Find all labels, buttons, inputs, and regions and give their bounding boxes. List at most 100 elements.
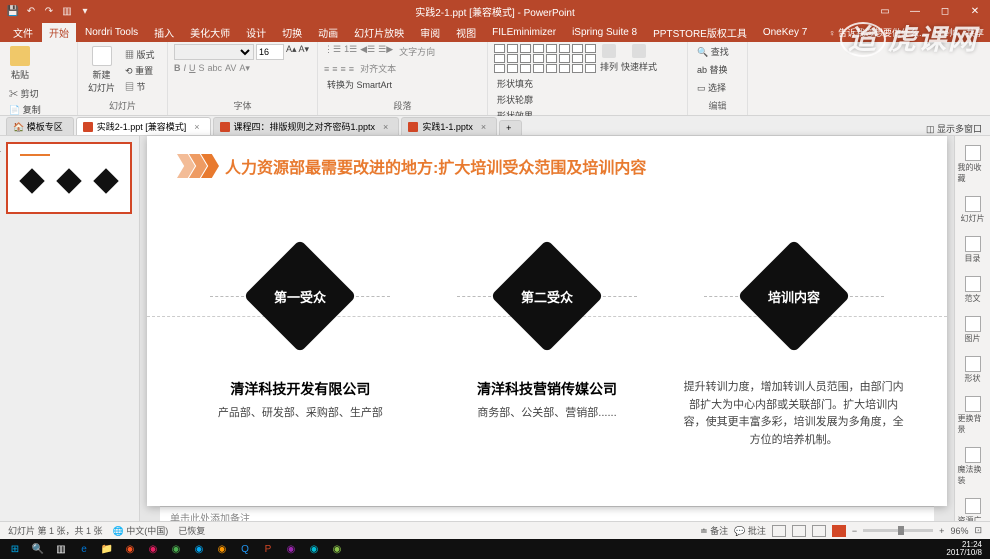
comments-button[interactable]: 💬 批注 <box>734 524 766 537</box>
arrange-button[interactable]: 排列 <box>600 44 618 73</box>
text-dir-button[interactable]: 文字方向 <box>396 44 438 59</box>
italic-button[interactable]: I <box>184 63 187 74</box>
reading-view-button[interactable] <box>812 525 826 537</box>
menu-tab-Nordri Tools[interactable]: Nordri Tools <box>78 25 145 40</box>
align-c[interactable]: ≡ <box>332 64 337 74</box>
slide-canvas[interactable]: 人力资源部最需要改进的地方:扩大培训受众范围及培训内容 第一受众清洋科技开发有限… <box>147 136 947 506</box>
font-color-button[interactable]: A▾ <box>239 63 250 74</box>
app5-icon[interactable]: ◉ <box>211 541 233 557</box>
reset-button[interactable]: ⟲ 重置 <box>122 63 158 78</box>
align-r[interactable]: ≡ <box>341 64 346 74</box>
app2-icon[interactable]: ◉ <box>142 541 164 557</box>
menu-tab-设计[interactable]: 设计 <box>239 23 273 42</box>
notes-button[interactable]: ≐ 备注 <box>700 524 728 537</box>
normal-view-button[interactable] <box>772 525 786 537</box>
smartart-button[interactable]: 转换为 SmartArt <box>324 79 395 91</box>
shadow-button[interactable]: abc <box>208 63 223 74</box>
app3-icon[interactable]: ◉ <box>165 541 187 557</box>
align-l[interactable]: ≡ <box>324 64 329 74</box>
explorer-icon[interactable]: 📁 <box>96 541 118 557</box>
menu-tab-视图[interactable]: 视图 <box>449 23 483 42</box>
undo-icon[interactable]: ↶ <box>24 4 38 18</box>
indent-dec[interactable]: ◀☰ <box>360 44 375 59</box>
menu-tab-美化大师[interactable]: 美化大师 <box>183 23 237 42</box>
shape-outline-button[interactable]: 形状轮廓 <box>494 92 536 107</box>
shape-fill-button[interactable]: 形状填充 <box>494 76 536 91</box>
qat-more-icon[interactable]: ▾ <box>78 4 92 18</box>
zoom-out[interactable]: − <box>852 526 857 536</box>
task-view[interactable]: ▥ <box>50 541 72 557</box>
zoom-slider[interactable] <box>863 529 933 532</box>
user[interactable]: tele帅 <box>934 26 958 39</box>
menu-tab-OneKey 7[interactable]: OneKey 7 <box>756 25 814 40</box>
language-button[interactable]: 🌐 中文(中国) <box>113 524 169 537</box>
powerpoint-taskbar-icon[interactable]: P <box>257 541 279 557</box>
sorter-view-button[interactable] <box>792 525 806 537</box>
doc-tab[interactable]: + <box>499 120 522 135</box>
menu-tab-插入[interactable]: 插入 <box>147 23 181 42</box>
app9-icon[interactable]: ◉ <box>326 541 348 557</box>
bold-button[interactable]: B <box>174 63 181 74</box>
minimize-icon[interactable]: — <box>900 0 930 22</box>
maximize-icon[interactable]: ◻ <box>930 0 960 22</box>
save-icon[interactable]: 💾 <box>6 4 20 18</box>
shapes-gallery[interactable] <box>494 44 597 73</box>
strike-button[interactable]: S <box>199 63 205 74</box>
slideshow-view-button[interactable] <box>832 525 846 537</box>
quickstyle-button[interactable]: 快速样式 <box>621 44 657 73</box>
grow-font[interactable]: A▴ <box>286 44 297 60</box>
menu-tab-iSpring Suite 8[interactable]: iSpring Suite 8 <box>565 25 644 40</box>
menu-tab-文件[interactable]: 文件 <box>6 23 40 42</box>
copy-button[interactable]: 📄 复制 <box>6 102 53 117</box>
share-button[interactable]: 共享 <box>966 26 984 39</box>
ribbon-opts-icon[interactable]: ▭ <box>870 0 900 22</box>
menu-tab-FILEminimizer[interactable]: FILEminimizer <box>485 25 563 40</box>
align-text-button[interactable]: 对齐文本 <box>357 61 399 76</box>
app4-icon[interactable]: ◉ <box>188 541 210 557</box>
section-button[interactable]: ▤ 节 <box>122 79 158 94</box>
cut-button[interactable]: ✂ 剪切 <box>6 86 53 101</box>
search-taskbar[interactable]: 🔍 <box>27 541 49 557</box>
find-button[interactable]: 🔍 查找 <box>694 44 732 59</box>
app6-icon[interactable]: Q <box>234 541 256 557</box>
start-button[interactable]: ⊞ <box>4 541 26 557</box>
shrink-font[interactable]: A▾ <box>299 44 310 60</box>
menu-tab-幻灯片放映[interactable]: 幻灯片放映 <box>347 23 411 42</box>
bullets[interactable]: ⋮☰ <box>324 44 341 59</box>
rpanel-范文[interactable]: 范文 <box>958 273 988 307</box>
edge-icon[interactable]: e <box>73 541 95 557</box>
multi-window-button[interactable]: ◫ 显示多窗口 <box>926 122 982 135</box>
doc-tab[interactable]: 实践1-1.pptx × <box>401 117 497 135</box>
numbering[interactable]: 1☰ <box>344 44 357 59</box>
start-icon[interactable]: ▥ <box>60 4 74 18</box>
spacing-button[interactable]: AV <box>225 63 236 74</box>
justify[interactable]: ≡ <box>349 64 354 74</box>
font-size-input[interactable] <box>256 44 284 60</box>
tellme[interactable]: ♀ 告诉我您想要做什么... <box>829 26 927 39</box>
paste-button[interactable]: 粘贴 <box>6 44 34 83</box>
app8-icon[interactable]: ◉ <box>303 541 325 557</box>
app7-icon[interactable]: ◉ <box>280 541 302 557</box>
underline-button[interactable]: U <box>189 63 196 74</box>
layout-button[interactable]: ▦ 版式 <box>122 47 158 62</box>
redo-icon[interactable]: ↷ <box>42 4 56 18</box>
rpanel-更换背景[interactable]: 更换背景 <box>958 393 988 438</box>
new-slide-button[interactable]: 新建 幻灯片 <box>84 44 119 96</box>
rpanel-幻灯片[interactable]: 幻灯片 <box>958 193 988 227</box>
fit-button[interactable]: ⊡ <box>974 525 982 536</box>
rpanel-目录[interactable]: 目录 <box>958 233 988 267</box>
slide-thumbnail-1[interactable]: 1 <box>6 142 132 214</box>
rpanel-形状[interactable]: 形状 <box>958 353 988 387</box>
clock[interactable]: 21:242017/10/8 <box>946 541 986 557</box>
menu-tab-切换[interactable]: 切换 <box>275 23 309 42</box>
select-button[interactable]: ▭ 选择 <box>694 80 729 95</box>
menu-tab-动画[interactable]: 动画 <box>311 23 345 42</box>
doc-tab[interactable]: 课程四：排版规则之对齐密码1.pptx × <box>213 117 400 135</box>
font-family-select[interactable] <box>174 44 254 60</box>
menu-tab-审阅[interactable]: 审阅 <box>413 23 447 42</box>
menu-tab-开始[interactable]: 开始 <box>42 23 76 42</box>
replace-button[interactable]: ab 替换 <box>694 62 731 77</box>
menu-tab-PPTSTORE版权工具[interactable]: PPTSTORE版权工具 <box>646 23 754 42</box>
doc-tab[interactable]: 实践2-1.ppt [兼容模式] × <box>76 117 211 135</box>
close-icon[interactable]: ✕ <box>960 0 990 22</box>
